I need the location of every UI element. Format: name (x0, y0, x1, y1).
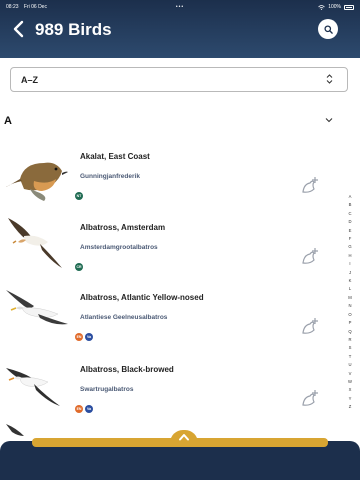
species-afrikaans-name: Swartrugalbatros (80, 386, 134, 393)
alphabet-index-letter[interactable]: Q (348, 328, 351, 336)
alphabet-index-letter[interactable]: E (349, 227, 352, 235)
status-badges: EN Va (75, 405, 93, 413)
species-afrikaans-name: Atlantiese Geelneusalbatros (80, 314, 168, 321)
alphabet-index-letter[interactable]: L (349, 285, 351, 293)
battery-percent: 100% (328, 4, 341, 10)
species-row[interactable]: Albatross, Black-browed Swartrugalbatros… (0, 354, 340, 427)
alphabet-index-letter[interactable]: A (349, 193, 352, 201)
alphabet-index-letter[interactable]: Y (349, 395, 352, 403)
alphabet-index-letter[interactable]: H (348, 252, 351, 260)
species-afrikaans-name: Gunningjanfrederik (80, 173, 140, 180)
bird-plus-icon[interactable] (300, 246, 320, 266)
status-badge: EN (75, 405, 83, 413)
drawer-toggle-button[interactable] (170, 430, 198, 443)
bird-illustration (6, 162, 68, 201)
status-badges: EN Va (75, 333, 93, 341)
chevron-up-icon (179, 433, 189, 440)
species-row[interactable]: Albatross, Amsterdam Amsterdamgrootalbat… (0, 212, 340, 285)
search-icon (323, 24, 333, 34)
sort-select[interactable]: A–Z (10, 67, 348, 92)
alphabet-index-letter[interactable]: G (348, 243, 351, 251)
bird-illustration (6, 424, 24, 436)
alphabet-index-letter[interactable]: R (348, 336, 351, 344)
species-name: Albatross, Amsterdam (80, 223, 166, 232)
alphabet-index-letter[interactable]: F (349, 235, 352, 243)
status-badges: NT (75, 192, 83, 200)
status-date: Fri 06 Dec (23, 4, 47, 10)
alphabet-index-letter[interactable]: M (348, 294, 352, 302)
alphabet-index-letter[interactable]: J (349, 269, 351, 277)
bird-illustration (6, 290, 68, 325)
search-button[interactable] (318, 19, 338, 39)
alphabet-index-letter[interactable]: N (348, 302, 351, 310)
status-badge: NT (75, 192, 83, 200)
chevron-up-down-icon (326, 74, 333, 84)
alphabet-index: ABCDEFGHIJKLMNOPQRSTUVWXYZ (346, 193, 354, 412)
species-name: Albatross, Atlantic Yellow-nosed (80, 293, 204, 302)
back-button[interactable] (10, 19, 26, 39)
status-bar: 08:23 Fri 06 Dec ••• 100% (6, 2, 354, 12)
collapse-section-button[interactable] (324, 112, 334, 123)
alphabet-index-letter[interactable]: B (349, 201, 352, 209)
bird-illustration (8, 218, 62, 268)
bird-illustration (6, 368, 60, 406)
species-row[interactable]: Albatross, Atlantic Yellow-nosed Atlanti… (0, 282, 340, 355)
wifi-icon (318, 4, 325, 10)
alphabet-index-letter[interactable]: O (348, 311, 351, 319)
alphabet-index-letter[interactable]: D (348, 218, 351, 226)
status-badge: CR (75, 263, 83, 271)
alphabet-index-letter[interactable]: C (348, 210, 351, 218)
status-badges: CR (75, 263, 83, 271)
bird-plus-icon[interactable] (300, 388, 320, 408)
status-badge: Va (85, 405, 93, 413)
bird-plus-icon[interactable] (300, 175, 320, 195)
app-header: 08:23 Fri 06 Dec ••• 100% 989 Birds (0, 0, 360, 58)
chevron-down-icon (325, 118, 333, 123)
page-title: 989 Birds (35, 20, 112, 39)
sort-value: A–Z (21, 74, 39, 85)
chevron-left-icon (13, 20, 24, 38)
alphabet-index-letter[interactable]: K (349, 277, 352, 285)
section-letter: A (4, 115, 12, 127)
bird-plus-icon[interactable] (300, 316, 320, 336)
status-badge: EN (75, 333, 83, 341)
alphabet-index-letter[interactable]: Z (349, 403, 352, 411)
alphabet-index-letter[interactable]: S (349, 344, 352, 352)
species-name: Akalat, East Coast (80, 152, 150, 161)
status-badge: Va (85, 333, 93, 341)
battery-icon (344, 4, 354, 10)
alphabet-index-letter[interactable]: W (348, 378, 352, 386)
species-name: Albatross, Black-browed (80, 365, 174, 374)
status-time: 08:23 (6, 4, 19, 10)
alphabet-index-letter[interactable]: T (349, 353, 352, 361)
alphabet-index-letter[interactable]: P (349, 319, 352, 327)
alphabet-index-letter[interactable]: X (349, 386, 352, 394)
multitask-dots: ••• (175, 4, 185, 10)
alphabet-index-letter[interactable]: U (348, 361, 351, 369)
species-row[interactable]: Akalat, East Coast Gunningjanfrederik NT (0, 141, 340, 214)
alphabet-index-letter[interactable]: V (349, 370, 352, 378)
alphabet-index-letter[interactable]: I (349, 260, 350, 268)
species-afrikaans-name: Amsterdamgrootalbatros (80, 244, 158, 251)
